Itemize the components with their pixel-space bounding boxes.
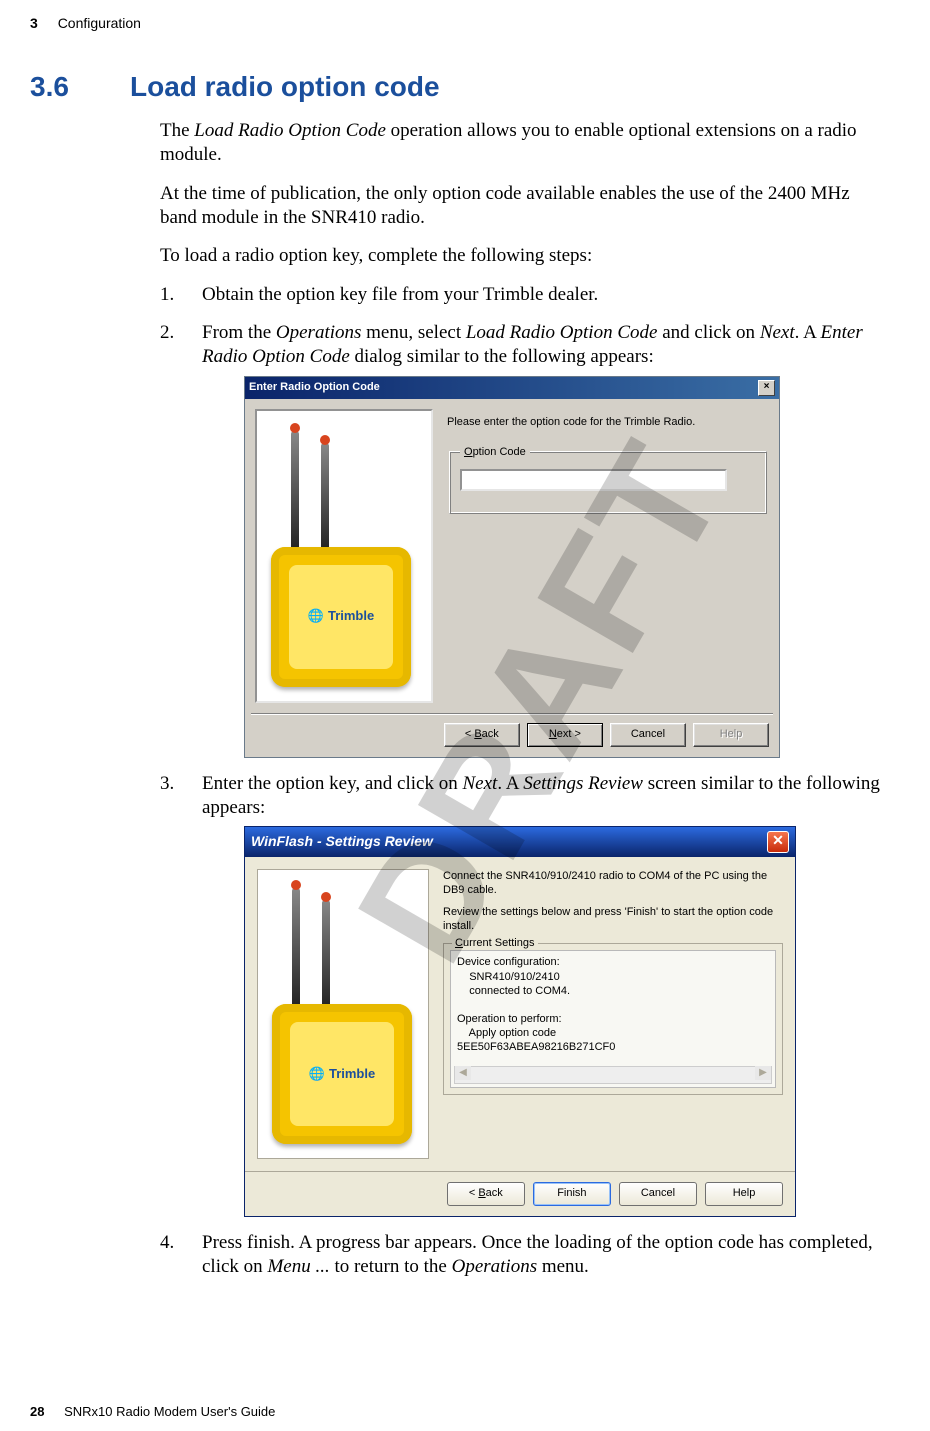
- radio-device-icon: Trimble: [271, 547, 411, 687]
- scroll-right-icon[interactable]: ▶: [755, 1066, 771, 1080]
- page-footer: 28 SNRx10 Radio Modem User's Guide: [30, 1404, 275, 1419]
- section-heading: 3.6Load radio option code: [30, 71, 880, 103]
- back-button[interactable]: < Back: [447, 1182, 525, 1206]
- step-1: 1. Obtain the option key file from your …: [160, 283, 880, 307]
- antenna-icon: [322, 900, 330, 1008]
- settings-review-dialog: WinFlash - Settings Review ✕ Trimble: [244, 826, 796, 1217]
- option-code-fieldset: Option Code: [449, 445, 767, 514]
- step-3: 3. Enter the option key, and click on Ne…: [160, 772, 880, 1218]
- back-button[interactable]: < Back: [444, 723, 520, 747]
- chapter-number: 3: [30, 15, 38, 31]
- radio-device-icon: Trimble: [272, 1004, 412, 1144]
- help-button: Help: [693, 723, 769, 747]
- chapter-label: Configuration: [58, 15, 141, 31]
- next-button[interactable]: Next >: [527, 723, 603, 747]
- figure-dialog-1: Enter Radio Option Code × Trimble: [244, 376, 880, 758]
- scrollbar-horizontal[interactable]: ◀ ▶: [454, 1066, 772, 1084]
- dialog-titlebar: Enter Radio Option Code ×: [245, 377, 779, 399]
- dialog-button-bar: < Back Finish Cancel Help: [245, 1171, 795, 1216]
- section-number: 3.6: [30, 71, 130, 103]
- paragraph-1: The Load Radio Option Code operation all…: [160, 119, 880, 168]
- dialog-title: Enter Radio Option Code: [249, 380, 380, 394]
- device-image: Trimble: [257, 869, 429, 1159]
- cancel-button[interactable]: Cancel: [619, 1182, 697, 1206]
- device-image: Trimble: [255, 409, 433, 703]
- dialog-instruction-2: Review the settings below and press 'Fin…: [443, 905, 783, 933]
- step-2: 2. From the Operations menu, select Load…: [160, 321, 880, 758]
- dialog-instruction: Please enter the option code for the Tri…: [447, 415, 769, 429]
- paragraph-3: To load a radio option key, complete the…: [160, 244, 880, 268]
- enter-option-code-dialog: Enter Radio Option Code × Trimble: [244, 376, 780, 758]
- fieldset-legend: Current Settings: [452, 936, 538, 950]
- page-header: 3 Configuration: [30, 15, 880, 31]
- dialog-button-bar: < Back Next > Cancel Help: [245, 715, 779, 757]
- cancel-button[interactable]: Cancel: [610, 723, 686, 747]
- step-4: 4. Press finish. A progress bar appears.…: [160, 1231, 880, 1280]
- section-title: Load radio option code: [130, 71, 440, 102]
- antenna-icon: [292, 888, 300, 1008]
- help-button[interactable]: Help: [705, 1182, 783, 1206]
- close-icon[interactable]: ✕: [767, 831, 789, 853]
- close-icon[interactable]: ×: [758, 380, 775, 396]
- option-code-input[interactable]: [460, 469, 727, 491]
- figure-dialog-2: WinFlash - Settings Review ✕ Trimble: [244, 826, 880, 1217]
- fieldset-legend: Option Code: [460, 445, 530, 459]
- dialog-instruction-1: Connect the SNR410/910/2410 radio to COM…: [443, 869, 783, 897]
- dialog-titlebar: WinFlash - Settings Review ✕: [245, 827, 795, 857]
- paragraph-2: At the time of publication, the only opt…: [160, 182, 880, 231]
- page-number: 28: [30, 1404, 44, 1419]
- finish-button[interactable]: Finish: [533, 1182, 611, 1206]
- dialog-title: WinFlash - Settings Review: [251, 833, 433, 851]
- book-title: SNRx10 Radio Modem User's Guide: [64, 1404, 275, 1419]
- antenna-icon: [321, 443, 329, 551]
- antenna-icon: [291, 431, 299, 551]
- scroll-left-icon[interactable]: ◀: [455, 1066, 471, 1080]
- current-settings-fieldset: Current Settings Device configuration: S…: [443, 943, 783, 1095]
